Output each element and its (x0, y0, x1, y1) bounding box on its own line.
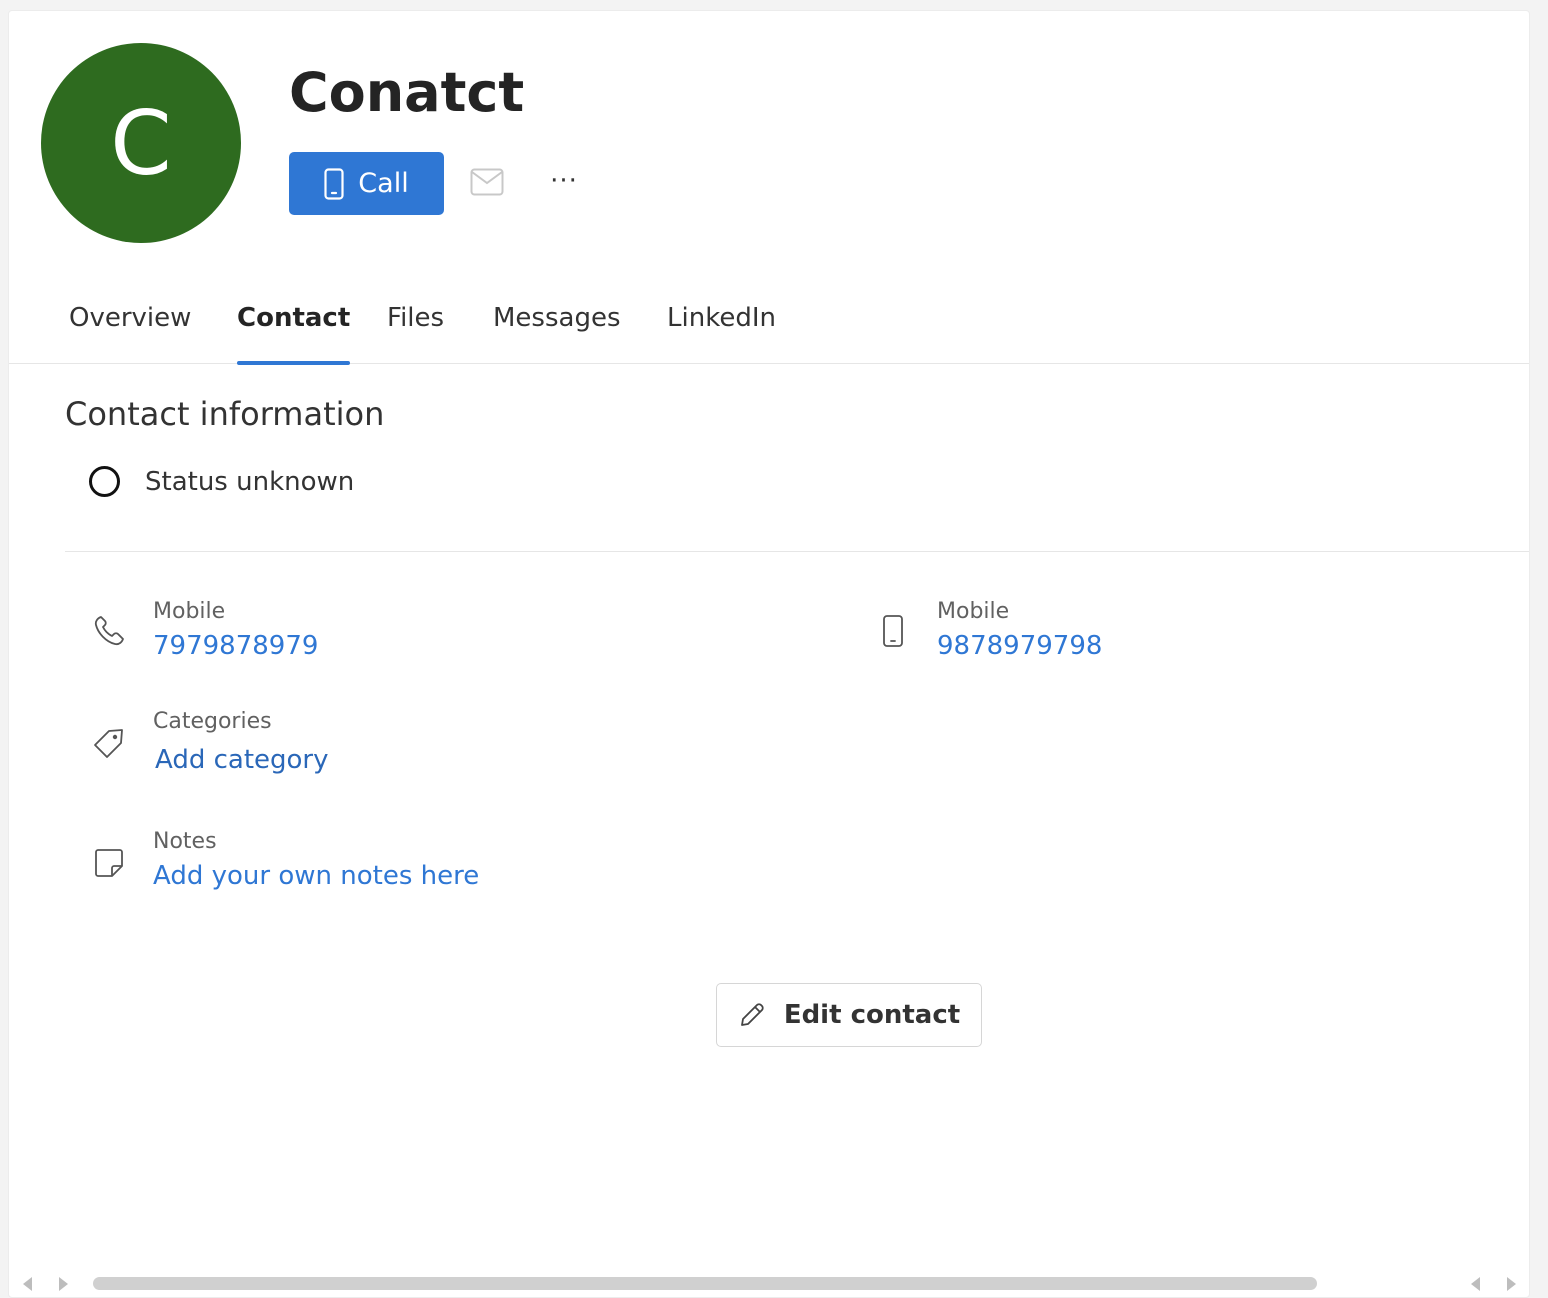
horizontal-scrollbar[interactable] (9, 1273, 1529, 1297)
edit-contact-label: Edit contact (783, 1000, 961, 1030)
field-label-mobile-1: Mobile (153, 599, 226, 624)
phone-icon (94, 616, 124, 646)
pencil-icon (740, 1003, 764, 1026)
presence-unknown-icon (89, 466, 120, 497)
section-title: Contact information (65, 395, 385, 433)
contact-card: C Conatct Call ··· Overview Contact File… (8, 10, 1530, 1298)
field-label-mobile-2: Mobile (937, 599, 1010, 624)
scroll-left-arrow-icon[interactable] (23, 1277, 32, 1291)
more-options-button[interactable]: ··· (544, 166, 584, 202)
contact-name: Conatct (289, 61, 525, 124)
call-label: Call (358, 168, 409, 199)
scroll-right-arrow-icon[interactable] (1507, 1277, 1516, 1291)
mobile-phone-icon (324, 167, 344, 200)
call-button[interactable]: Call (289, 152, 444, 215)
phone-link-1[interactable]: 7979878979 (153, 631, 318, 661)
tab-contact[interactable]: Contact (237, 303, 351, 365)
add-category-link[interactable]: Add category (155, 745, 329, 775)
status-text: Status unknown (145, 467, 355, 497)
tab-messages[interactable]: Messages (493, 303, 621, 364)
edit-contact-button[interactable]: Edit contact (716, 983, 982, 1047)
tag-icon (94, 729, 123, 758)
scroll-left-arrow-icon[interactable] (1471, 1277, 1480, 1291)
tab-files[interactable]: Files (387, 303, 444, 364)
scroll-right-arrow-icon[interactable] (59, 1277, 68, 1291)
avatar: C (41, 43, 241, 243)
field-label-notes: Notes (153, 829, 217, 854)
scrollbar-thumb[interactable] (93, 1277, 1317, 1290)
field-label-categories: Categories (153, 709, 272, 734)
mobile-phone-icon (883, 615, 903, 647)
mail-icon (470, 168, 504, 196)
note-icon (95, 849, 123, 877)
tab-overview[interactable]: Overview (69, 303, 191, 364)
phone-link-2[interactable]: 9878979798 (937, 631, 1102, 661)
divider (65, 551, 1529, 552)
tab-linkedin[interactable]: LinkedIn (667, 303, 776, 364)
tab-bar: Overview Contact Files Messages LinkedIn (9, 291, 1529, 365)
add-notes-link[interactable]: Add your own notes here (153, 861, 479, 891)
mail-button[interactable] (470, 168, 510, 200)
avatar-initial: C (110, 91, 172, 195)
